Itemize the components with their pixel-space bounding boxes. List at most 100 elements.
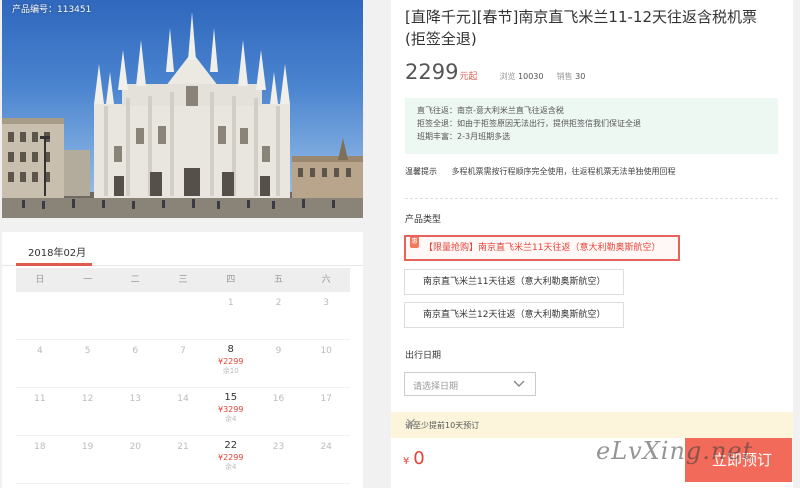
option-label: 【限量抢购】南京直飞米兰11天往返（意大利勒奥斯航空） [424, 243, 661, 253]
option-label: 南京直飞米兰11天往返（意大利勒奥斯航空） [423, 277, 606, 287]
departure-calendar: 2018年02月 日一二三四五六 1 2 3 4 5 6 7 8 ¥2299 余10 9 10 11 12… [2, 232, 363, 488]
calendar-day: 11 [16, 388, 64, 435]
product-price: 2299 [405, 60, 459, 84]
day-number: 4 [36, 346, 43, 356]
highlight-item: 直飞往返：南京-意大利米兰直飞往返含税 [417, 106, 564, 115]
calendar-day: 14 [159, 388, 207, 435]
day-number: 10 [320, 346, 332, 356]
warm-tip: 温馨提示 多程机票需按行程顺序完全使用，往返程机票无法单独使用回程 [405, 166, 676, 177]
day-price: ¥3299 [218, 405, 244, 414]
calendar-day-available[interactable]: 8 ¥2299 余10 [207, 340, 255, 387]
views-count: 10030 [518, 72, 544, 81]
day-number: 14 [177, 394, 189, 404]
day-number: 18 [34, 442, 46, 452]
calendar-day: 10 [302, 340, 350, 387]
day-number: 7 [180, 346, 186, 356]
discount-flag-icon: 惠 [410, 237, 419, 248]
calendar-day-available[interactable]: 15 ¥3299 余4 [207, 388, 255, 435]
day-stock: 余4 [225, 415, 237, 423]
weekday-label: 日 [35, 275, 45, 285]
calendar-day: 9 [255, 340, 303, 387]
chevron-down-icon [513, 380, 525, 387]
product-type-option-flash-sale[interactable]: 惠 【限量抢购】南京直飞米兰11天往返（意大利勒奥斯航空） [404, 235, 681, 261]
calendar-grid: 1 2 3 4 5 6 7 8 ¥2299 余10 9 10 11 12 13 14 15 ¥3299 余4 16 17… [16, 292, 350, 484]
calendar-day [64, 292, 112, 339]
calendar-day: 18 [16, 436, 64, 483]
day-number: 6 [132, 346, 139, 356]
calendar-day: 12 [64, 388, 112, 435]
calendar-day-available[interactable]: 22 ¥2299 余4 [207, 436, 255, 483]
sales-count: 30 [575, 72, 586, 81]
calendar-day: 1 [207, 292, 255, 339]
calendar-month-tabs: 2018年02月 [2, 232, 363, 266]
calendar-day: 13 [111, 388, 159, 435]
price-row: 2299 元起 浏览 10030 销售 30 [405, 60, 585, 86]
day-number: 19 [81, 442, 94, 452]
day-number: 1 [227, 298, 234, 308]
calendar-month-underline [16, 263, 92, 266]
highlight-item: 班期丰富：2-3月班期多选 [417, 132, 511, 141]
calendar-day [16, 292, 64, 339]
day-price: ¥2299 [218, 357, 244, 366]
calendar-day: 6 [111, 340, 159, 387]
calendar-day: 20 [111, 436, 159, 483]
weekday-label: 一 [83, 275, 93, 285]
site-watermark: eLvXing.net [596, 437, 754, 465]
total-price: ¥ 0 [403, 448, 425, 469]
weekday-label: 六 [321, 275, 331, 285]
calendar-day: 16 [255, 388, 303, 435]
date-select-placeholder: 请选择日期 [413, 382, 459, 392]
day-number: 13 [129, 394, 142, 404]
highlight-item: 拒签全退：如由于拒签原因无法出行，提供拒签信我们保证全退 [417, 119, 641, 128]
calendar-week-row: 4 5 6 7 8 ¥2299 余10 9 10 [16, 340, 350, 388]
product-hero-image: 产品编号：113451 [2, 0, 363, 218]
option-label: 南京直飞米兰12天往返（意大利勒奥斯航空） [423, 310, 606, 320]
day-number: 24 [320, 442, 332, 452]
calendar-week-row: 11 12 13 14 15 ¥3299 余4 16 17 [16, 388, 350, 436]
calendar-day [159, 292, 207, 339]
calendar-week-row: 1 2 3 [16, 292, 350, 340]
calendar-weekday-header: 日一二三四五六 [16, 268, 350, 292]
day-number: 21 [177, 442, 189, 452]
product-id: 产品编号：113451 [12, 5, 92, 15]
day-number: 8 [227, 344, 234, 355]
product-title: [直降千元][春节]南京直飞米兰11-12天往返含税机票(拒签全退) [405, 8, 757, 48]
total-amount: 0 [413, 448, 425, 469]
product-type-option-12-day[interactable]: 南京直飞米兰12天往返（意大利勒奥斯航空） [404, 302, 625, 328]
views-label: 浏览 [499, 72, 516, 81]
currency-symbol: ¥ [403, 456, 410, 467]
calendar-day: 21 [159, 436, 207, 483]
day-stock: 余4 [225, 463, 237, 471]
weekday-label: 四 [226, 275, 236, 285]
weekday-label: 二 [130, 275, 140, 285]
calendar-week-row: 18 19 20 21 22 ¥2299 余4 23 24 [16, 436, 350, 484]
price-unit: 元起 [459, 72, 478, 82]
day-number: 15 [224, 392, 238, 403]
product-detail-panel: [直降千元][春节]南京直飞米兰11-12天往返含税机票(拒签全退) 2299 … [391, 0, 793, 488]
warm-tip-text: 多程机票需按行程顺序完全使用，往返程机票无法单独使用回程 [451, 167, 676, 176]
calendar-month-tab[interactable]: 2018年02月 [28, 244, 86, 259]
weekday-label: 五 [273, 275, 283, 285]
calendar-day: 24 [302, 436, 350, 483]
departure-date-select[interactable]: 请选择日期 [404, 372, 536, 396]
product-stats: 浏览 10030 销售 30 [499, 71, 585, 82]
departure-date-label: 出行日期 [405, 351, 442, 361]
cathedral-illustration [2, 12, 363, 218]
day-number: 3 [323, 298, 330, 308]
calendar-day: 17 [302, 388, 350, 435]
day-stock: 余10 [222, 367, 239, 375]
day-number: 2 [275, 298, 282, 308]
day-number: 11 [34, 394, 46, 404]
day-number: 17 [320, 394, 332, 404]
product-type-option-11-day[interactable]: 南京直飞米兰11天往返（意大利勒奥斯航空） [404, 269, 625, 295]
day-number: 9 [275, 346, 282, 356]
day-number: 20 [129, 442, 142, 452]
calendar-day: 23 [255, 436, 303, 483]
calendar-day: 3 [302, 292, 350, 339]
calendar-day [111, 292, 159, 339]
product-highlights: 直飞往返：南京-意大利米兰直飞往返含税 拒签全退：如由于拒签原因无法出行，提供拒… [405, 98, 778, 154]
close-icon[interactable]: ✕ [405, 416, 785, 432]
day-number: 12 [81, 394, 94, 404]
day-number: 22 [224, 440, 238, 451]
calendar-day: 2 [255, 292, 303, 339]
